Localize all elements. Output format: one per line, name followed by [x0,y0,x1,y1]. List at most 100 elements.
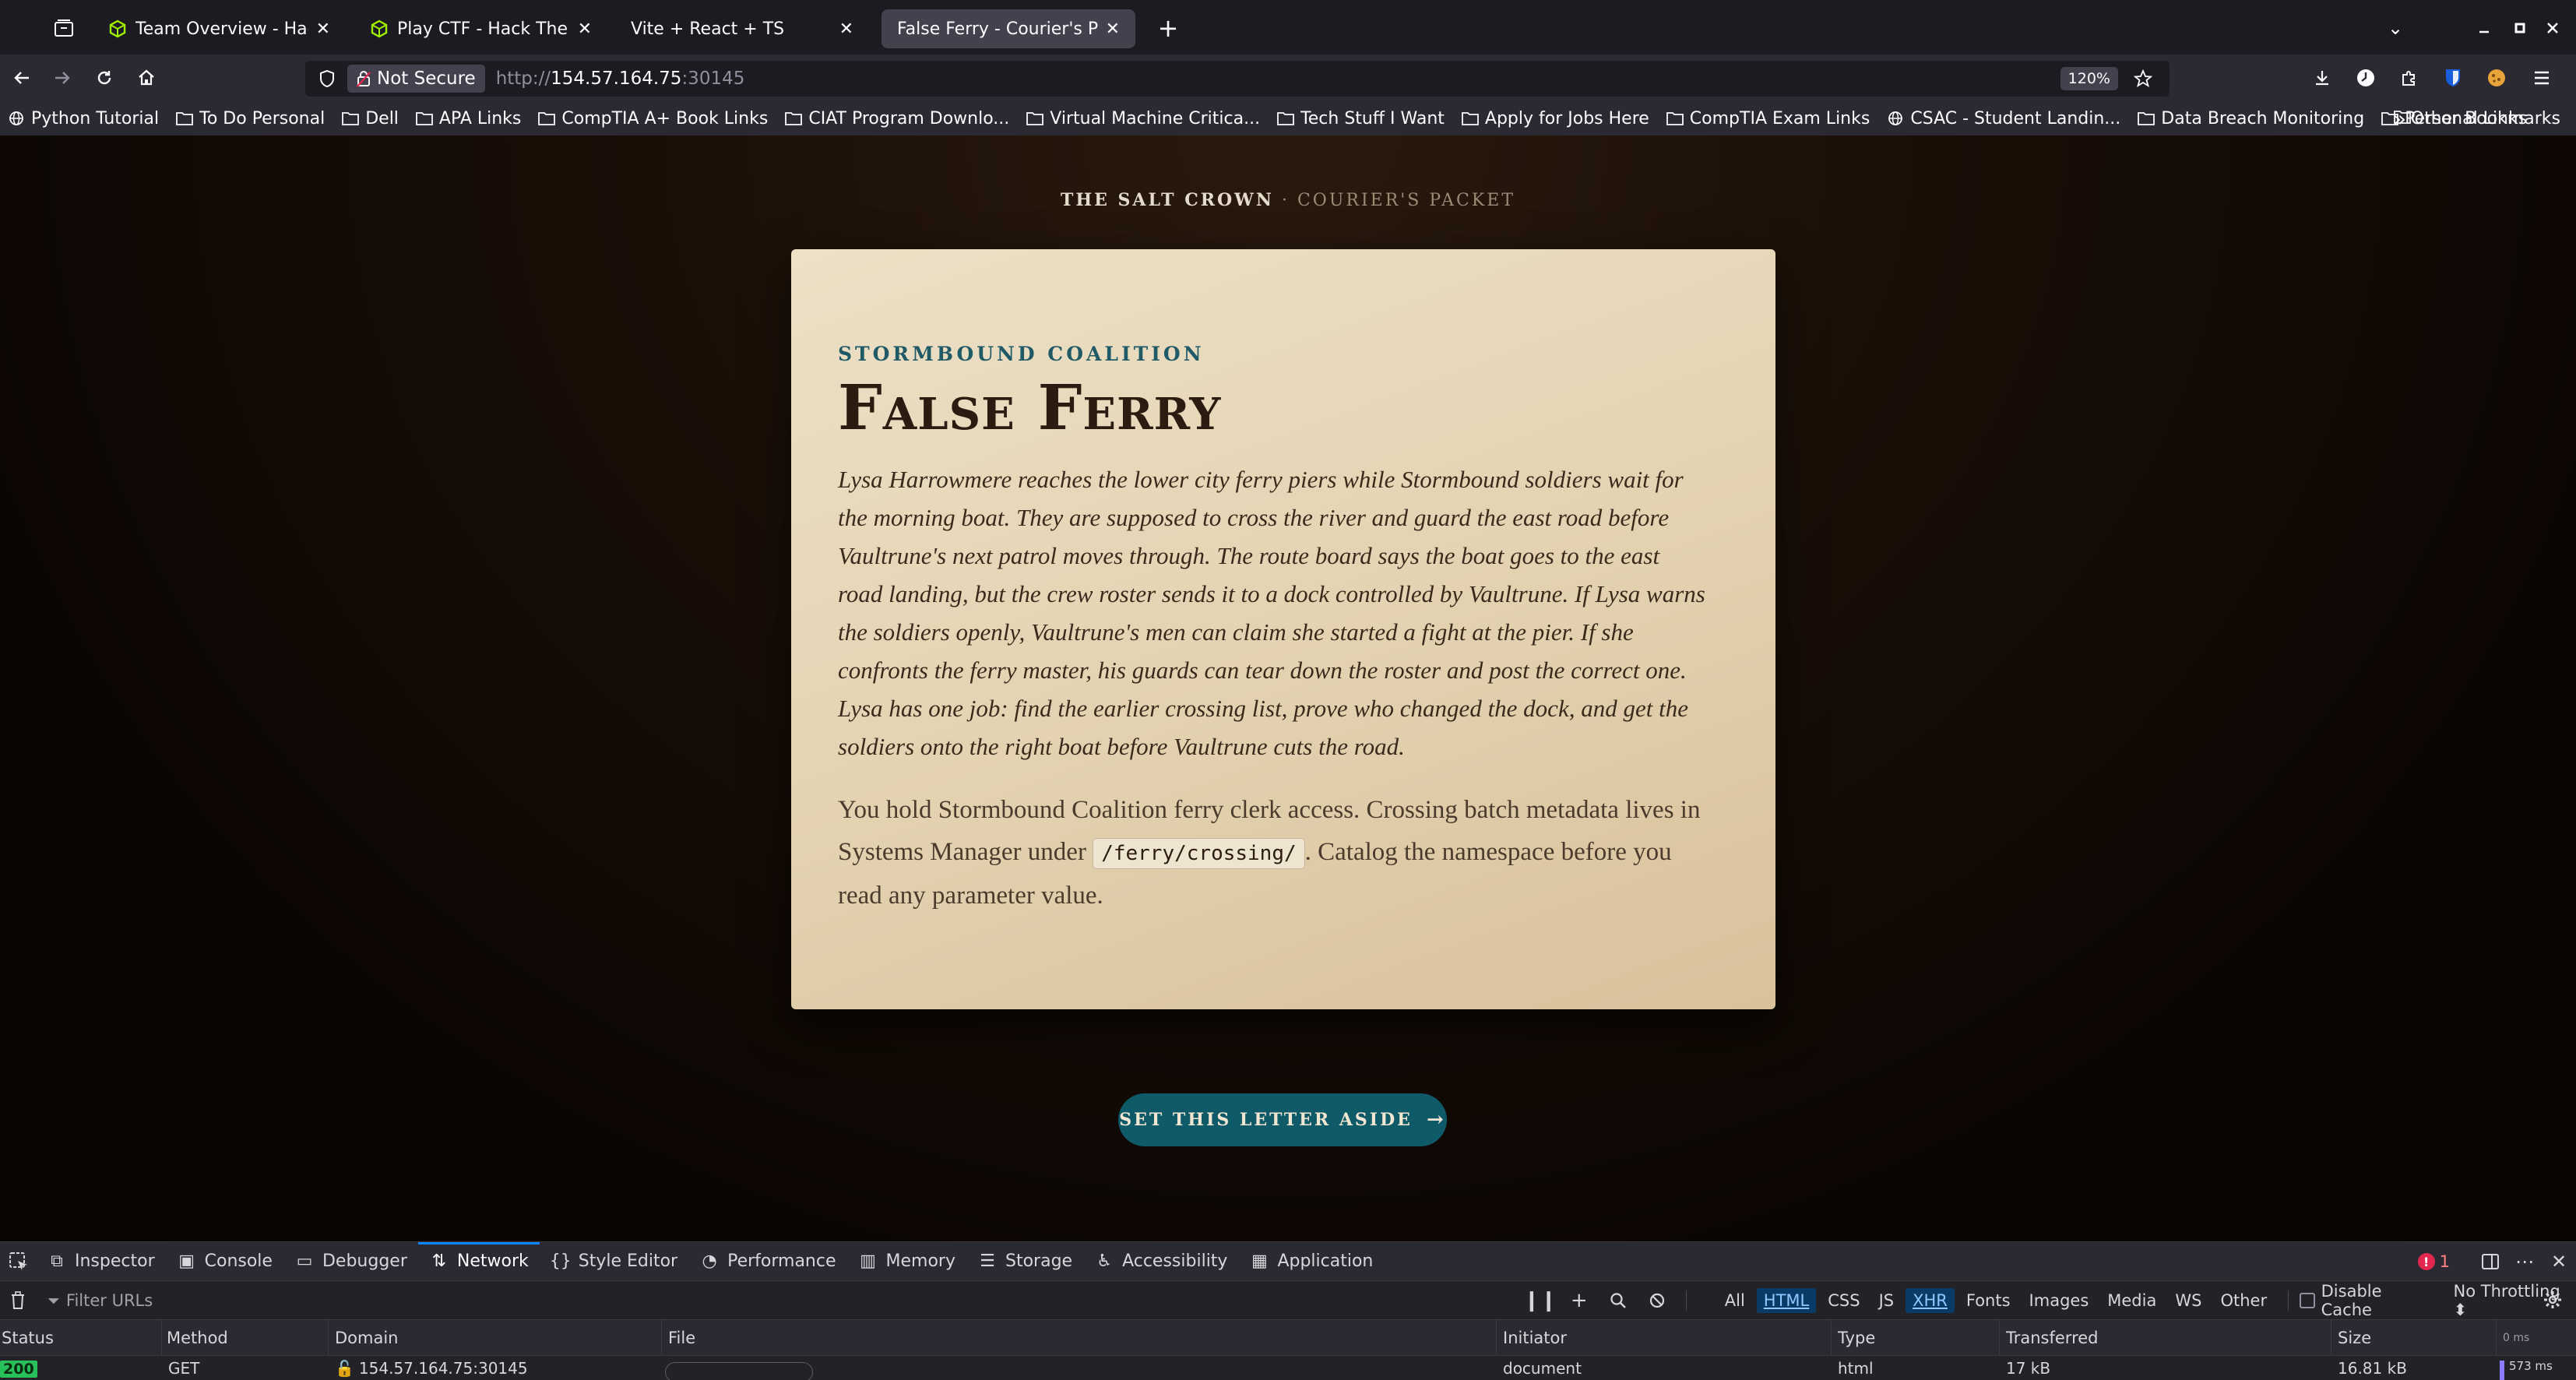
extensions-puzzle-icon[interactable] [2394,62,2425,93]
column-file[interactable]: File [662,1320,1497,1356]
filter-type-ws[interactable]: WS [2168,1288,2208,1313]
table-row[interactable]: 200 GET 🔓 154.57.164.75:30145 document ht… [0,1356,2576,1380]
maximize-icon[interactable] [2503,12,2537,44]
devtools-tab-label: Inspector [75,1252,155,1271]
bookmark-apa-links[interactable]: APA Links [416,109,521,128]
browser-tab-team-overview[interactable]: Team Overview - Hack Th ✕ [92,9,346,48]
filter-type-fonts[interactable]: Fonts [1959,1288,2018,1313]
bookmark-to-do-personal[interactable]: To Do Personal [176,109,325,128]
close-window-icon[interactable] [2536,12,2570,44]
folder-icon [2393,109,2411,128]
bookmark-csac-student[interactable]: CSAC - Student Landin... [1887,109,2120,128]
disable-cache-checkbox[interactable]: Disable Cache [2300,1282,2434,1319]
cookie-extension-icon[interactable] [2481,62,2512,93]
error-count-badge[interactable]: ! 1 [2417,1252,2450,1271]
url-text[interactable]: http://154.57.164.75:30145 [496,69,745,89]
filter-type-xhr[interactable]: XHR [1906,1287,1955,1313]
forward-arrow-icon[interactable] [45,61,79,95]
folder-icon [342,111,360,126]
menu-hamburger-icon[interactable] [2526,62,2557,93]
devtools-more-menu-icon[interactable]: ⋯ [2507,1244,2542,1279]
bookmark-apply-for-jobs[interactable]: Apply for Jobs Here [1462,109,1649,128]
divider [1685,1290,1687,1311]
filter-type-other[interactable]: Other [2213,1288,2274,1313]
other-bookmarks[interactable]: Other Bookmarks [2393,109,2560,128]
column-transferred[interactable]: Transferred [2000,1320,2331,1356]
block-requests-icon[interactable] [1638,1283,1677,1318]
tab-title: Play CTF - Hack The Box C [397,19,570,39]
devtools-tab-debugger[interactable]: ▭ Debugger [283,1242,418,1281]
devtools-tab-storage[interactable]: ☰ Storage [966,1242,1083,1281]
devtools-tab-accessibility[interactable]: ♿ Accessibility [1083,1242,1238,1281]
column-initiator[interactable]: Initiator [1497,1320,1832,1356]
close-devtools-icon[interactable]: ✕ [2542,1244,2576,1279]
header-separator: · [1273,191,1297,210]
application-icon: ▦ [1251,1252,1268,1271]
home-icon[interactable] [129,61,164,95]
clear-requests-trash-icon[interactable] [2,1283,35,1318]
account-icon[interactable] [2350,62,2381,93]
bitwarden-shield-icon[interactable] [2437,62,2469,93]
bookmark-comptia-exam-links[interactable]: CompTIA Exam Links [1666,109,1870,128]
devtools-tab-inspector[interactable]: ⧉ Inspector [36,1242,166,1281]
browser-tab-vite[interactable]: Vite + React + TS ✕ [615,9,869,48]
close-tab-icon[interactable]: ✕ [316,19,330,39]
element-picker-icon[interactable] [2,1242,36,1281]
new-tab-button[interactable]: + [1151,11,1185,45]
filter-urls-input[interactable]: ⏷ Filter URLs [48,1291,1521,1310]
filter-type-html[interactable]: HTML [1756,1287,1817,1313]
devtools-tab-style-editor[interactable]: {} Style Editor [540,1242,688,1281]
set-letter-aside-button[interactable]: SET THIS LETTER ASIDE → [1118,1093,1447,1146]
back-arrow-icon[interactable] [5,61,39,95]
close-tab-icon[interactable]: ✕ [839,19,853,39]
url-bar[interactable]: Not Secure http://154.57.164.75:30145 12… [305,61,2170,97]
filter-type-images[interactable]: Images [2022,1288,2096,1313]
tab-list-icon[interactable] [47,12,81,44]
tab-overflow-chevron-icon[interactable]: ⌄ [2378,12,2412,44]
dock-side-icon[interactable] [2473,1244,2507,1279]
close-tab-icon[interactable]: ✕ [1106,19,1120,39]
bookmark-dell[interactable]: Dell [342,109,399,128]
devtools-tab-application[interactable]: ▦ Application [1238,1242,1384,1281]
ssm-path-code: /ferry/crossing/ [1093,838,1305,869]
browser-tab-play-ctf[interactable]: Play CTF - Hack The Box C ✕ [354,9,607,48]
filter-type-all[interactable]: All [1718,1288,1752,1313]
column-status[interactable]: Status [0,1320,162,1356]
bookmark-tech-stuff[interactable]: Tech Stuff I Want [1277,109,1445,128]
bookmark-label: CompTIA A+ Book Links [561,108,769,128]
zoom-level-button[interactable]: 120% [2060,67,2118,90]
devtools-tab-performance[interactable]: ◔ Performance [688,1242,846,1281]
column-size[interactable]: Size [2331,1320,2497,1356]
devtools-tab-console[interactable]: ▣ Console [166,1242,283,1281]
downloads-icon[interactable] [2307,62,2338,93]
bookmark-ciat-program[interactable]: CIAT Program Downlo... [785,109,1009,128]
browser-tab-false-ferry[interactable]: False Ferry - Courier's Packet ✕ [882,9,1135,48]
devtools-tab-memory[interactable]: ▥ Memory [847,1242,966,1281]
column-domain[interactable]: Domain [329,1320,662,1356]
column-type[interactable]: Type [1832,1320,2000,1356]
devtools-tab-network[interactable]: ⇅ Network [417,1241,540,1281]
folder-icon [1462,111,1479,126]
close-tab-icon[interactable]: ✕ [578,19,592,39]
column-timeline[interactable]: 0 ms [2497,1320,2576,1356]
network-settings-gear-icon[interactable] [2537,1284,2568,1315]
add-request-plus-icon[interactable]: + [1560,1283,1599,1318]
filter-type-css[interactable]: CSS [1821,1288,1867,1313]
bookmark-star-icon[interactable] [2131,66,2155,91]
devtools-toolbar: ⧉ Inspector ▣ Console ▭ Debugger ⇅ Network {… [0,1241,2576,1281]
filter-type-media[interactable]: Media [2100,1288,2163,1313]
divider [2288,1290,2289,1311]
not-secure-indicator[interactable]: Not Secure [347,65,485,93]
bookmark-virtual-machine[interactable]: Virtual Machine Critica... [1026,109,1260,128]
bookmark-python-tutorial[interactable]: Python Tutorial [8,109,159,128]
column-method[interactable]: Method [162,1320,329,1356]
pause-icon[interactable]: ❙❙ [1521,1283,1560,1318]
minimize-icon[interactable] [2467,12,2501,44]
search-icon[interactable] [1599,1283,1638,1318]
filter-type-js[interactable]: JS [1872,1288,1902,1313]
bookmark-comptia-a-book-links[interactable]: CompTIA A+ Book Links [538,109,768,128]
reload-icon[interactable] [87,61,121,95]
tracking-protection-shield-icon[interactable] [315,66,340,91]
bookmark-data-breach[interactable]: Data Breach Monitoring [2138,109,2364,128]
request-timing: 573 ms [2509,1359,2553,1373]
